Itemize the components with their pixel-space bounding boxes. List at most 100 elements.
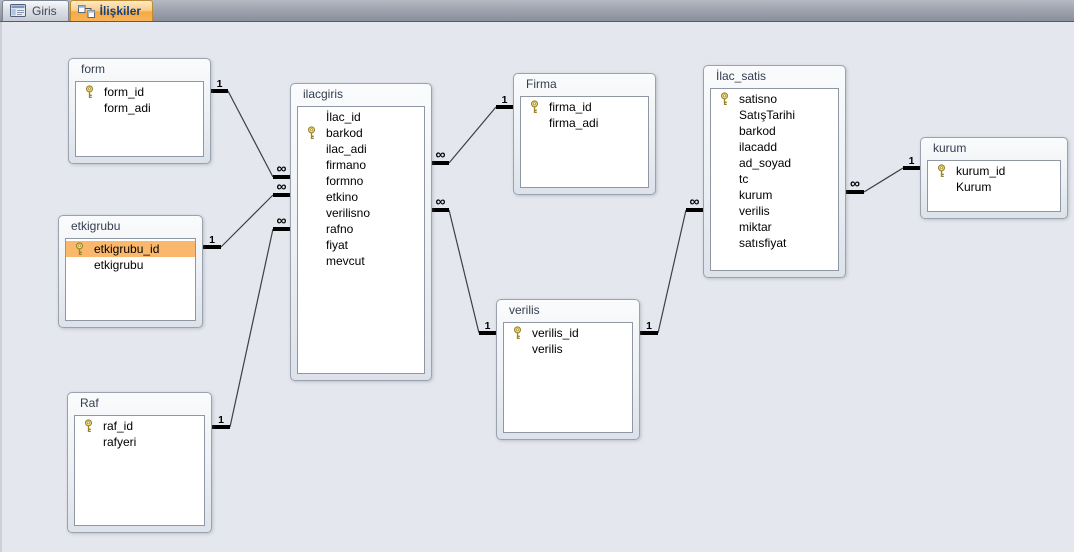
field-name: form_id xyxy=(104,85,144,99)
table-etkigrubu[interactable]: etkigrubuetkigrubu_idetkigrubu xyxy=(58,215,203,328)
primary-key-icon xyxy=(74,242,85,256)
field-name: etkino xyxy=(326,190,358,204)
field-firma_id[interactable]: firma_id xyxy=(521,99,648,115)
field-name: SatışTarihi xyxy=(739,108,795,122)
cardinality-one-label: 1 xyxy=(646,320,652,332)
field-name: tc xyxy=(739,172,748,186)
field-name: mevcut xyxy=(326,254,365,268)
field-satisno[interactable]: satisno xyxy=(711,91,838,107)
field-form_adi[interactable]: form_adi xyxy=(76,100,203,116)
relationship-verilis-İlac_satis[interactable]: 1∞ xyxy=(640,193,703,333)
field-verilis_id[interactable]: verilis_id xyxy=(504,325,632,341)
cardinality-one-label: 1 xyxy=(502,94,508,106)
field-kurum_id[interactable]: kurum_id xyxy=(928,163,1060,179)
table-title[interactable]: İlac_satis xyxy=(704,66,845,87)
field-form_id[interactable]: form_id xyxy=(76,84,203,100)
field-list: satisno SatışTarihibarkodilacaddad_soyadt… xyxy=(710,88,839,271)
field-firmano[interactable]: firmano xyxy=(298,157,424,173)
table-title[interactable]: verilis xyxy=(497,300,639,321)
access-relationships-window: Girisİlişkiler 1∞1∞1∞∞1∞11∞∞1formform_id… xyxy=(0,0,1074,552)
tab-iliskiler[interactable]: İlişkiler xyxy=(70,0,153,21)
field-name: barkod xyxy=(326,126,363,140)
field-name: satisno xyxy=(739,92,777,106)
field-Kurum[interactable]: Kurum xyxy=(928,179,1060,195)
field-İlac_id[interactable]: İlac_id xyxy=(298,109,424,125)
field-barkod[interactable]: barkod xyxy=(298,125,424,141)
field-etkigrubu_id[interactable]: etkigrubu_id xyxy=(66,241,195,257)
table-title[interactable]: Firma xyxy=(514,74,655,95)
cardinality-one-label: 1 xyxy=(218,414,224,426)
table-title[interactable]: Raf xyxy=(68,393,211,414)
cardinality-one-label: 1 xyxy=(209,234,215,246)
tab-label: İlişkiler xyxy=(100,4,141,18)
field-name: İlac_id xyxy=(326,110,361,124)
table-kurum[interactable]: kurum kurum_id Kurum xyxy=(920,137,1068,219)
field-name: satısfiyat xyxy=(739,236,786,250)
cardinality-many-label: ∞ xyxy=(277,212,287,228)
table-title[interactable]: etkigrubu xyxy=(59,216,202,237)
relationship-form-ilacgiris[interactable]: 1∞ xyxy=(211,78,290,177)
table-title[interactable]: kurum xyxy=(921,138,1067,159)
field-verilis[interactable]: verilis xyxy=(504,341,632,357)
field-firma_adi[interactable]: firma_adi xyxy=(521,115,648,131)
table-Firma[interactable]: Firma firma_id firma_adi xyxy=(513,73,656,195)
primary-key-icon xyxy=(936,164,947,178)
field-name: miktar xyxy=(739,220,772,234)
field-fiyat[interactable]: fiyat xyxy=(298,237,424,253)
field-name: firma_id xyxy=(549,100,592,114)
field-miktar[interactable]: miktar xyxy=(711,219,838,235)
relationship-İlac_satis-kurum[interactable]: ∞1 xyxy=(846,155,920,192)
field-name: rafyeri xyxy=(103,435,136,449)
field-name: raf_id xyxy=(103,419,133,433)
field-name: form_adi xyxy=(104,101,151,115)
field-barkod[interactable]: barkod xyxy=(711,123,838,139)
field-name: kurum xyxy=(739,188,772,202)
field-name: ilacadd xyxy=(739,140,777,154)
field-name: Kurum xyxy=(956,180,991,194)
field-name: ilac_adi xyxy=(326,142,367,156)
table-form[interactable]: form form_id form_adi xyxy=(68,58,211,164)
field-list: İlac_idbarkod ilac_adifirmanoformno etkino… xyxy=(297,106,425,374)
field-rafyeri[interactable]: rafyeri xyxy=(75,434,204,450)
field-list: firma_id firma_adi xyxy=(520,96,649,188)
table-title[interactable]: form xyxy=(69,59,210,80)
field-verilisno[interactable]: verilisno xyxy=(298,205,424,221)
tab-giris[interactable]: Giris xyxy=(2,0,69,21)
table-verilis[interactable]: verilisverilis_idverilis xyxy=(496,299,640,440)
table-İlac_satis[interactable]: İlac_satissatisno SatışTarihibarkodilacad… xyxy=(703,65,846,278)
table-title[interactable]: ilacgiris xyxy=(291,84,431,105)
field-name: formno xyxy=(326,174,363,188)
field-name: verilisno xyxy=(326,206,370,220)
relationship-ilacgiris-verilis[interactable]: ∞1 xyxy=(432,193,496,333)
tab-bar: Giris İlişkiler xyxy=(0,0,1074,22)
field-name: firma_adi xyxy=(549,116,598,130)
field-mevcut[interactable]: mevcut xyxy=(298,253,424,269)
table-Raf[interactable]: Rafraf_idrafyeri xyxy=(67,392,212,533)
field-ad_soyad[interactable]: ad_soyad xyxy=(711,155,838,171)
field-raf_id[interactable]: raf_id xyxy=(75,418,204,434)
form-icon xyxy=(10,4,27,18)
field-tc[interactable]: tc xyxy=(711,171,838,187)
primary-key-icon xyxy=(306,126,317,140)
cardinality-many-label: ∞ xyxy=(690,193,700,209)
field-etkino[interactable]: etkino xyxy=(298,189,424,205)
field-rafno[interactable]: rafno xyxy=(298,221,424,237)
field-formno[interactable]: formno xyxy=(298,173,424,189)
primary-key-icon xyxy=(83,419,94,433)
field-name: etkigrubu_id xyxy=(94,242,159,256)
field-SatışTarihi[interactable]: SatışTarihi xyxy=(711,107,838,123)
field-ilacadd[interactable]: ilacadd xyxy=(711,139,838,155)
field-kurum[interactable]: kurum xyxy=(711,187,838,203)
field-satısfiyat[interactable]: satısfiyat xyxy=(711,235,838,251)
field-list: raf_idrafyeri xyxy=(74,415,205,526)
relationship-ilacgiris-Firma[interactable]: ∞1 xyxy=(432,94,513,163)
cardinality-many-label: ∞ xyxy=(277,178,287,194)
field-name: kurum_id xyxy=(956,164,1005,178)
field-etkigrubu[interactable]: etkigrubu xyxy=(66,257,195,273)
field-list: etkigrubu_idetkigrubu xyxy=(65,238,196,321)
field-verilis[interactable]: verilis xyxy=(711,203,838,219)
table-ilacgiris[interactable]: ilacgiris İlac_idbarkod ilac_adifirmanofor… xyxy=(290,83,432,381)
field-name: rafno xyxy=(326,222,353,236)
field-ilac_adi[interactable]: ilac_adi xyxy=(298,141,424,157)
primary-key-icon xyxy=(512,326,523,340)
